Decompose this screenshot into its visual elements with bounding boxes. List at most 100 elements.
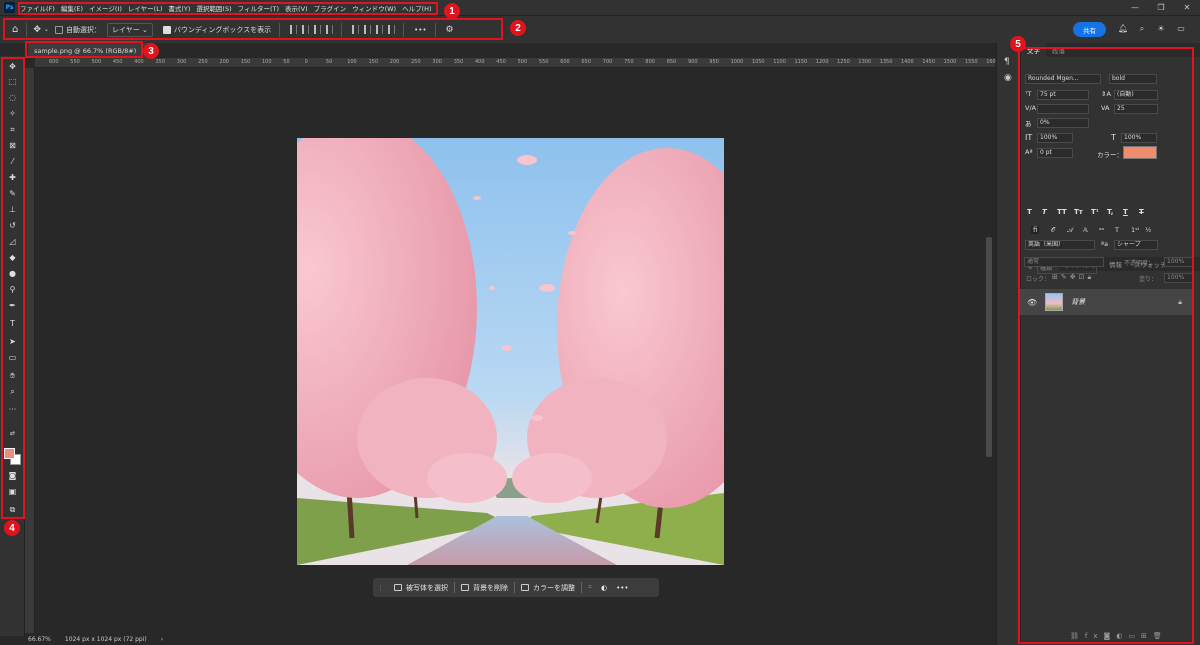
chevron-down-icon[interactable]: ⌄ xyxy=(44,26,49,33)
vertical-scale-field[interactable]: 100% xyxy=(1037,133,1073,143)
menu-image[interactable]: イメージ(I) xyxy=(89,3,122,13)
align-right-icon[interactable] xyxy=(314,25,322,34)
rectangle-tool-icon[interactable]: ▭ xyxy=(7,352,18,363)
share-button[interactable]: 共有 xyxy=(1073,22,1106,37)
pen-tool-icon[interactable]: ✒ xyxy=(7,300,18,311)
tracking-field[interactable]: 25 xyxy=(1114,104,1158,114)
ordinal-a-icon[interactable]: 1ˢᵗ xyxy=(1131,226,1139,234)
align-left-icon[interactable] xyxy=(290,25,298,34)
menu-filter[interactable]: フィルター(T) xyxy=(238,3,279,13)
text-color-swatch[interactable] xyxy=(1123,146,1157,159)
auto-select-checkbox[interactable]: 自動選択： xyxy=(54,25,101,35)
auto-select-target-dropdown[interactable]: レイヤー ⌄ xyxy=(106,22,153,37)
bell-icon[interactable]: 🔔︎ xyxy=(1118,24,1128,34)
faux-bold-button[interactable]: T xyxy=(1027,208,1032,216)
lock-options-icons[interactable]: ⊞✎✥⊡🔒︎ xyxy=(1052,273,1094,282)
underline-button[interactable]: T xyxy=(1123,208,1128,216)
ligature-icon[interactable]: 𝒪 xyxy=(1051,226,1055,235)
align-top-icon[interactable] xyxy=(352,25,360,34)
generative-icon[interactable]: ⧉ xyxy=(7,504,18,515)
font-size-field[interactable]: 75 pt xyxy=(1037,90,1089,100)
font-family-dropdown[interactable]: Rounded Mgen... xyxy=(1025,74,1101,84)
layer-row[interactable]: 👁︎ 背景 🔒︎ xyxy=(1020,289,1192,315)
search-icon[interactable]: ⌕ xyxy=(1137,24,1147,34)
select-subject-button[interactable]: 被写体を選択 xyxy=(388,583,454,593)
close-window-icon[interactable]: ✕ xyxy=(1174,3,1200,12)
drag-handle-icon[interactable]: ⋮ xyxy=(373,584,388,592)
adjustments-icon[interactable]: ◉ xyxy=(1004,73,1012,83)
layer-name[interactable]: 背景 xyxy=(1071,297,1085,307)
minimize-icon[interactable]: — xyxy=(1122,3,1148,12)
more-actions-button[interactable]: ••• xyxy=(610,584,634,592)
blur-tool-icon[interactable]: ● xyxy=(7,268,18,279)
align-middle-icon[interactable] xyxy=(364,25,372,34)
dodge-tool-icon[interactable]: ⚲ xyxy=(7,284,18,295)
strikethrough-button[interactable]: T xyxy=(1139,208,1144,216)
small-caps-button[interactable]: Tт xyxy=(1074,208,1083,216)
zoom-level[interactable]: 66.67% xyxy=(28,636,51,643)
type-tool-icon[interactable]: T xyxy=(7,318,18,329)
stamp-tool-icon[interactable]: ⊥ xyxy=(7,204,18,215)
eye-icon[interactable]: 👁︎ xyxy=(1027,298,1037,307)
more-tools-icon[interactable]: ··· xyxy=(7,404,18,415)
align-bottom-icon[interactable] xyxy=(376,25,384,34)
remove-background-button[interactable]: 背景を削除 xyxy=(455,583,514,593)
restore-icon[interactable]: ❐ xyxy=(1148,3,1174,12)
brush-tool-icon[interactable]: ✎ xyxy=(7,188,18,199)
distribute-vertical-icon[interactable] xyxy=(388,25,396,34)
baseline-shift-field[interactable]: 0 pt xyxy=(1037,148,1073,158)
all-caps-button[interactable]: TT xyxy=(1057,208,1067,216)
menu-type[interactable]: 書式(Y) xyxy=(168,3,190,13)
magic-wand-icon[interactable]: ✧ xyxy=(7,108,18,119)
move-tool-icon[interactable]: ✥ xyxy=(33,25,41,35)
language-dropdown[interactable]: 英語（米国） xyxy=(1025,240,1095,250)
contrast-icon[interactable]: ◐ xyxy=(598,584,610,592)
crop-tool-icon[interactable]: ⌗ xyxy=(7,124,18,135)
stylistic-icon[interactable]: ᵃᵃ xyxy=(1099,226,1104,234)
marquee-tool-icon[interactable]: ⬚ xyxy=(7,76,18,87)
menu-edit[interactable]: 編集(E) xyxy=(61,3,83,13)
healing-brush-icon[interactable]: ✚ xyxy=(7,172,18,183)
antialias-dropdown[interactable]: シャープ xyxy=(1114,240,1158,250)
bounding-box-checkbox[interactable]: バウンディングボックスを表示 xyxy=(162,25,271,35)
frame-tool-icon[interactable]: ⊠ xyxy=(7,140,18,151)
menu-window[interactable]: ウィンドウ(W) xyxy=(352,3,396,13)
cherry-blossom-image[interactable] xyxy=(297,138,724,565)
tab-paragraph[interactable]: 段落 xyxy=(1046,43,1071,57)
gear-icon[interactable]: ⚙ xyxy=(446,25,454,35)
workspace-icon[interactable]: ▭ xyxy=(1176,24,1186,34)
lightbulb-icon[interactable]: ☀ xyxy=(1156,24,1166,34)
blend-mode-dropdown[interactable]: 通常 xyxy=(1024,257,1104,267)
opentype-fi-icon[interactable]: fi xyxy=(1031,226,1040,234)
superscript-button[interactable]: T¹ xyxy=(1091,208,1099,216)
foreground-color-swatch[interactable] xyxy=(4,448,15,459)
fraction-icon[interactable]: ½ xyxy=(1145,226,1151,234)
home-icon[interactable]: ⌂ xyxy=(12,24,18,35)
menu-select[interactable]: 選択範囲(S) xyxy=(196,3,231,13)
fill-field[interactable]: 100% xyxy=(1164,273,1194,283)
font-style-dropdown[interactable]: bold xyxy=(1109,74,1157,84)
ordinal-icon[interactable]: T xyxy=(1115,226,1119,234)
history-brush-icon[interactable]: ↺ xyxy=(7,220,18,231)
opacity-field[interactable]: 100% xyxy=(1164,257,1194,267)
menu-file[interactable]: ファイル(F) xyxy=(20,3,55,13)
type-panel-icon[interactable]: ¶ xyxy=(1004,57,1010,67)
paint-bucket-icon[interactable]: ◆ xyxy=(7,252,18,263)
path-selection-icon[interactable]: ➤ xyxy=(7,336,18,347)
align-center-icon[interactable] xyxy=(302,25,310,34)
distribute-icon[interactable] xyxy=(326,25,334,34)
quick-mask-icon[interactable]: ◙ xyxy=(7,470,18,481)
layers-footer-icons[interactable]: ⛓fx◙◐▭⊞🗑︎ xyxy=(1070,632,1168,640)
menu-view[interactable]: 表示(V) xyxy=(285,3,308,13)
swash-icon[interactable]: 𝒜 xyxy=(1067,226,1073,235)
lasso-tool-icon[interactable]: ◌ xyxy=(7,92,18,103)
hand-tool-icon[interactable]: ✋︎ xyxy=(7,370,18,381)
menu-plugins[interactable]: プラグイン xyxy=(314,3,347,13)
adjust-color-button[interactable]: カラーを調整 xyxy=(515,583,581,593)
zoom-tool-icon[interactable]: ⌕ xyxy=(7,386,18,397)
eraser-icon[interactable]: ◿ xyxy=(7,236,18,247)
tsume-field[interactable]: 0% xyxy=(1037,118,1089,128)
eyedropper-icon[interactable]: ⁄ xyxy=(7,156,18,167)
titling-icon[interactable]: 𝔸 xyxy=(1083,226,1088,234)
screen-mode-icon[interactable]: ▣ xyxy=(7,486,18,497)
